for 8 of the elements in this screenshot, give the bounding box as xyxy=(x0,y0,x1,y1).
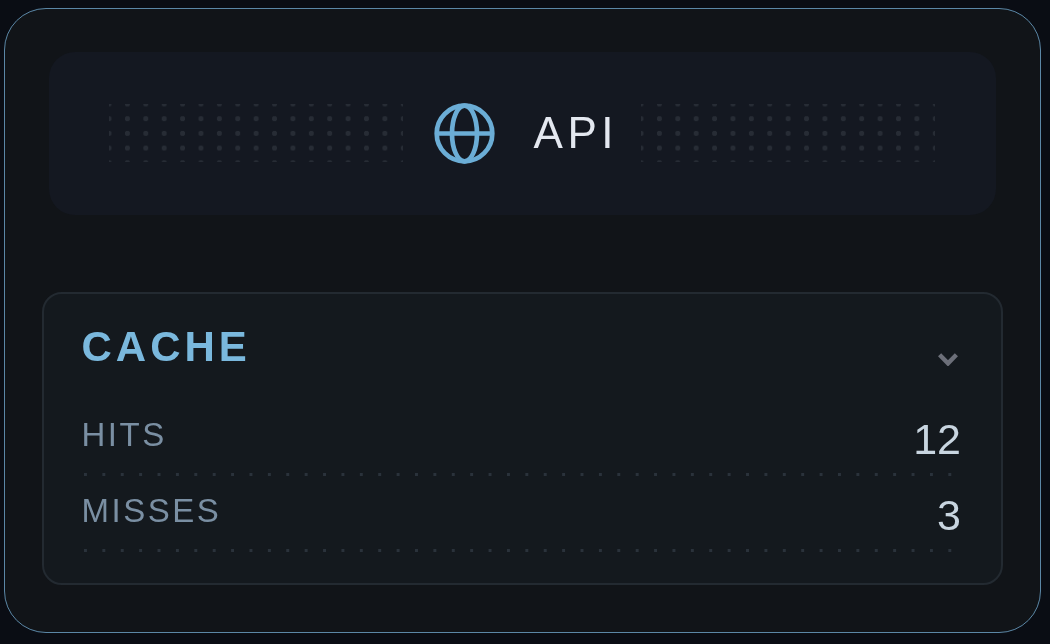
row-label: HITS xyxy=(81,417,167,455)
row-value: 3 xyxy=(937,493,961,537)
row-label: MISSES xyxy=(81,493,222,531)
globe-icon xyxy=(433,102,495,164)
row-value: 12 xyxy=(913,417,961,461)
chevron-down-icon[interactable] xyxy=(938,352,958,366)
section-title: CACHE xyxy=(81,326,251,368)
header-title: API xyxy=(533,111,618,155)
